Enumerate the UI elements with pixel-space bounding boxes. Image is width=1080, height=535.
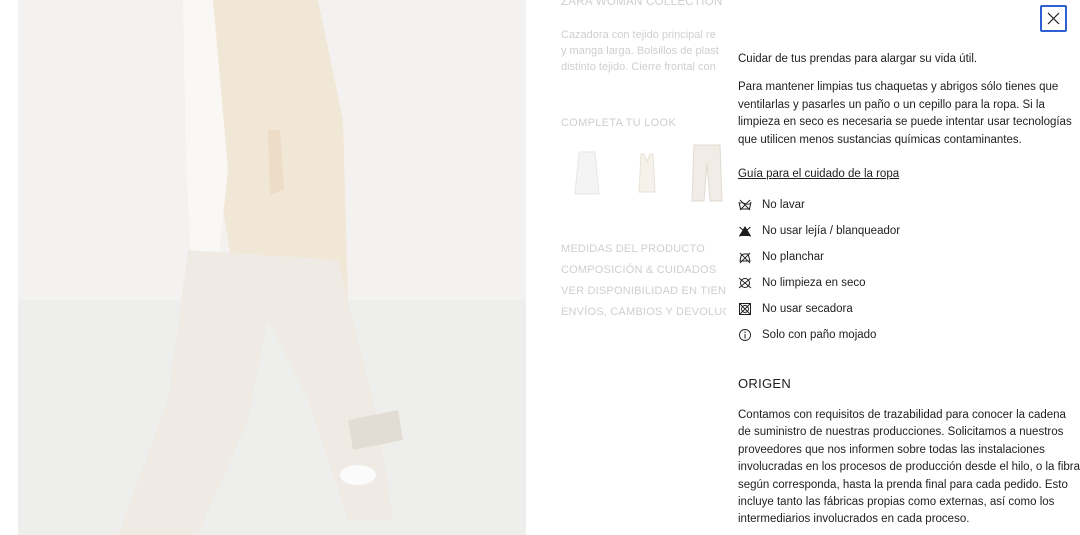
top-thumbnail[interactable]	[621, 140, 673, 206]
no-wash-icon	[738, 198, 752, 212]
product-info: ZARA WOMAN COLLECTION Cazadora con tejid…	[561, 0, 726, 535]
care-guide-link[interactable]: Guía para el cuidado de la ropa	[738, 166, 1080, 182]
close-button[interactable]	[1040, 5, 1067, 32]
shirt-thumbnail[interactable]	[561, 140, 613, 206]
product-image[interactable]	[18, 0, 526, 535]
shipping-returns-link[interactable]: ENVÍOS, CAMBIOS Y DEVOLUCIONES	[561, 305, 726, 326]
no-tumble-dry-icon	[738, 302, 752, 316]
care-item-label: No limpieza en seco	[762, 277, 866, 290]
care-item-wet-cloth: Solo con paño mojado	[738, 322, 1080, 348]
care-item-no-dry-clean: No limpieza en seco	[738, 270, 1080, 296]
care-item-no-tumble-dry: No usar secadora	[738, 296, 1080, 322]
no-bleach-icon	[738, 224, 752, 238]
product-links: MEDIDAS DEL PRODUCTO COMPOSICIÓN & CUIDA…	[561, 242, 726, 326]
origin-heading: ORIGEN	[738, 376, 792, 392]
care-intro: Cuidar de tus prendas para alargar su vi…	[738, 53, 978, 65]
care-item-label: Solo con paño mojado	[762, 329, 877, 342]
care-item-label: No lavar	[762, 199, 805, 212]
store-availability-link[interactable]: VER DISPONIBILIDAD EN TIENDA	[561, 284, 726, 305]
care-item-no-wash: No lavar	[738, 192, 1080, 218]
no-iron-icon	[738, 250, 752, 264]
collection-label: ZARA WOMAN COLLECTION	[561, 0, 723, 8]
model-photo	[18, 0, 526, 535]
trousers-thumbnail[interactable]	[681, 140, 726, 206]
product-description: Cazadora con tejido principal re y manga…	[561, 29, 719, 73]
care-item-label: No usar secadora	[762, 303, 853, 316]
complete-look-title: COMPLETA TU LOOK	[561, 117, 677, 129]
close-icon	[1047, 12, 1060, 25]
complete-look-list	[561, 140, 726, 206]
care-body: Para mantener limpias tus chaquetas y ab…	[738, 81, 1072, 146]
composition-care-link[interactable]: COMPOSICIÓN & CUIDADOS	[561, 263, 726, 284]
care-item-no-iron: No planchar	[738, 244, 1080, 270]
care-instructions: No lavar No usar lejía / blanqueador No …	[738, 192, 1080, 348]
product-measures-link[interactable]: MEDIDAS DEL PRODUCTO	[561, 242, 726, 263]
care-panel: Cuidar de tus prendas para alargar su vi…	[726, 0, 1080, 535]
care-item-label: No planchar	[762, 251, 825, 264]
no-dry-clean-icon	[738, 276, 752, 290]
origin-text: Contamos con requisitos de trazabilidad …	[738, 409, 1080, 526]
care-item-label: No usar lejía / blanqueador	[762, 225, 901, 238]
info-icon	[738, 328, 752, 342]
care-content: Cuidar de tus prendas para alargar su vi…	[738, 51, 1080, 529]
care-item-no-bleach: No usar lejía / blanqueador	[738, 218, 1080, 244]
